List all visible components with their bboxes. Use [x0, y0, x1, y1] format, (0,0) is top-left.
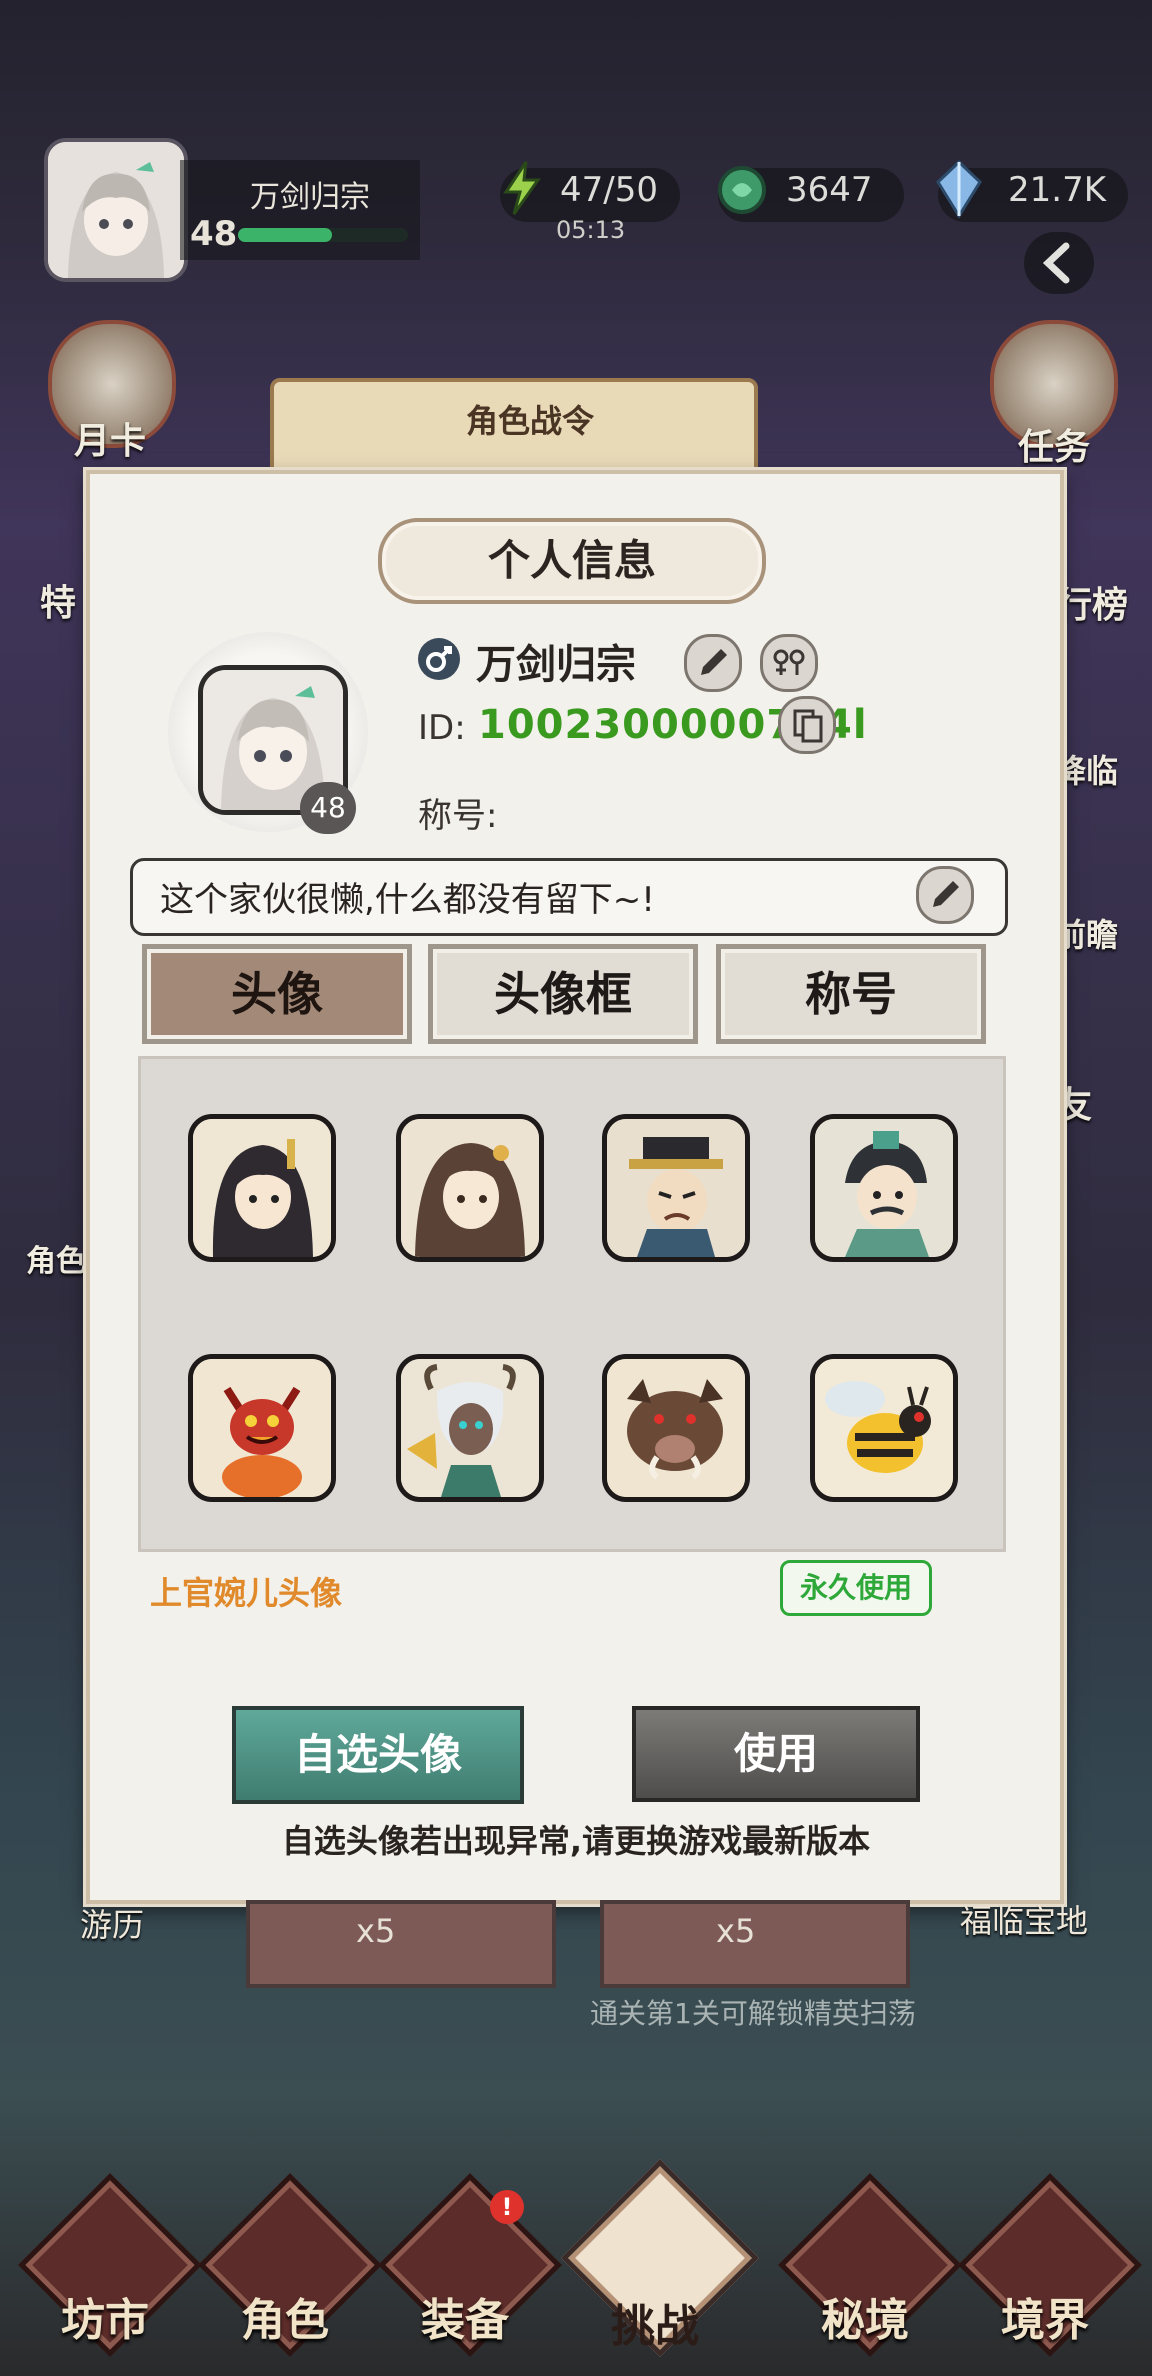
crystal-icon	[934, 159, 984, 222]
brush-icon	[933, 881, 959, 907]
nav-role[interactable]: 角色	[198, 2173, 382, 2357]
side-label-role: 角色	[26, 1244, 86, 1279]
lucky-land-label: 福临宝地	[960, 1902, 1089, 1940]
tab-avatar[interactable]: 头像	[142, 944, 412, 1044]
custom-avatar-button[interactable]: 自选头像	[232, 1706, 524, 1804]
avatar-option[interactable]	[188, 1354, 336, 1502]
tab-title[interactable]: 称号	[716, 944, 986, 1044]
nav-secret-realm[interactable]: 秘境	[778, 2173, 962, 2357]
nav-label: 秘境	[821, 2295, 909, 2346]
copy-id-button[interactable]	[778, 696, 836, 754]
male-gender-icon	[418, 638, 460, 680]
nav-label: 境界	[1001, 2295, 1089, 2346]
unlock-hint: 通关第1关可解锁精英扫荡	[590, 1997, 916, 2030]
nav-label: 坊市	[61, 2295, 149, 2346]
copy-icon	[793, 709, 823, 743]
xp-bar-fill	[238, 228, 332, 242]
mustached-scholar-portrait-icon	[815, 1119, 953, 1257]
title-label: 称号:	[418, 796, 498, 836]
avatar-option[interactable]	[810, 1354, 958, 1502]
edit-signature-button[interactable]	[916, 866, 974, 924]
permanent-use-badge: 永久使用	[780, 1560, 932, 1616]
nav-label: 挑战	[611, 2301, 699, 2352]
nav-market[interactable]: 坊市	[18, 2173, 202, 2357]
collapse-button[interactable]	[1024, 232, 1094, 294]
brush-icon	[701, 649, 727, 675]
notification-badge: !	[490, 2190, 524, 2224]
dialog-title: 个人信息	[378, 518, 766, 604]
giant-bee-portrait-icon	[815, 1359, 953, 1497]
battle-pass-title: 角色战令	[466, 402, 595, 440]
avatar-portrait-icon	[48, 142, 184, 278]
id-label: ID:	[418, 708, 466, 748]
top-player-level: 48	[190, 214, 238, 254]
wild-boar-portrait-icon	[607, 1359, 745, 1497]
tab-avatar-frame[interactable]: 头像框	[428, 944, 698, 1044]
horned-warrior-portrait-icon	[401, 1359, 539, 1497]
red-demon-portrait-icon	[193, 1359, 331, 1497]
dark-haired-swordsman-portrait-icon	[193, 1119, 331, 1257]
chevron-left-icon	[1042, 242, 1070, 284]
avatar-option[interactable]	[188, 1114, 336, 1262]
jade-coin-icon	[714, 162, 770, 222]
side-label-monthly: 月卡	[74, 421, 147, 462]
avatar-option[interactable]	[602, 1354, 750, 1502]
stamina-value: 47/50	[560, 170, 658, 210]
version-hint: 自选头像若出现异常,请更换游戏最新版本	[281, 1822, 871, 1860]
side-label-special: 特	[40, 583, 77, 624]
nav-realm[interactable]: 境界	[958, 2173, 1142, 2357]
side-label-task: 任务	[1018, 427, 1091, 468]
avatar-option[interactable]	[396, 1354, 544, 1502]
sweep-cost-left: x5	[356, 1912, 396, 1950]
profile-name: 万剑归宗	[476, 642, 636, 688]
travel-label: 游历	[80, 1906, 145, 1944]
lightning-icon	[500, 160, 544, 220]
signature-text: 这个家伙很懒,什么都没有留下~!	[160, 880, 655, 920]
xp-bar	[238, 228, 408, 242]
stamina-timer: 05:13	[556, 216, 626, 244]
gender-switch-icon	[773, 649, 805, 675]
crystal-value: 21.7K	[1008, 170, 1106, 210]
jade-value: 3647	[786, 170, 873, 210]
avatar-option[interactable]	[602, 1114, 750, 1262]
side-label-ranking: 行榜	[1056, 585, 1129, 626]
official-hat-man-portrait-icon	[607, 1119, 745, 1257]
gender-switch-button[interactable]	[760, 634, 818, 692]
nav-label: 装备	[421, 2295, 509, 2346]
player-avatar[interactable]	[44, 138, 188, 282]
selected-avatar-name: 上官婉儿头像	[150, 1574, 343, 1612]
profile-level-badge: 48	[300, 782, 356, 834]
use-button[interactable]: 使用	[632, 1706, 920, 1802]
long-haired-lady-portrait-icon	[401, 1119, 539, 1257]
top-player-name: 万剑归宗	[250, 180, 370, 215]
rename-button[interactable]	[684, 634, 742, 692]
nav-label: 角色	[241, 2295, 329, 2346]
avatar-option[interactable]	[810, 1114, 958, 1262]
sweep-panel-left[interactable]	[246, 1900, 556, 1988]
avatar-option[interactable]	[396, 1114, 544, 1262]
nav-challenge[interactable]: 挑战	[561, 2159, 759, 2357]
sweep-cost-right: x5	[716, 1912, 756, 1950]
